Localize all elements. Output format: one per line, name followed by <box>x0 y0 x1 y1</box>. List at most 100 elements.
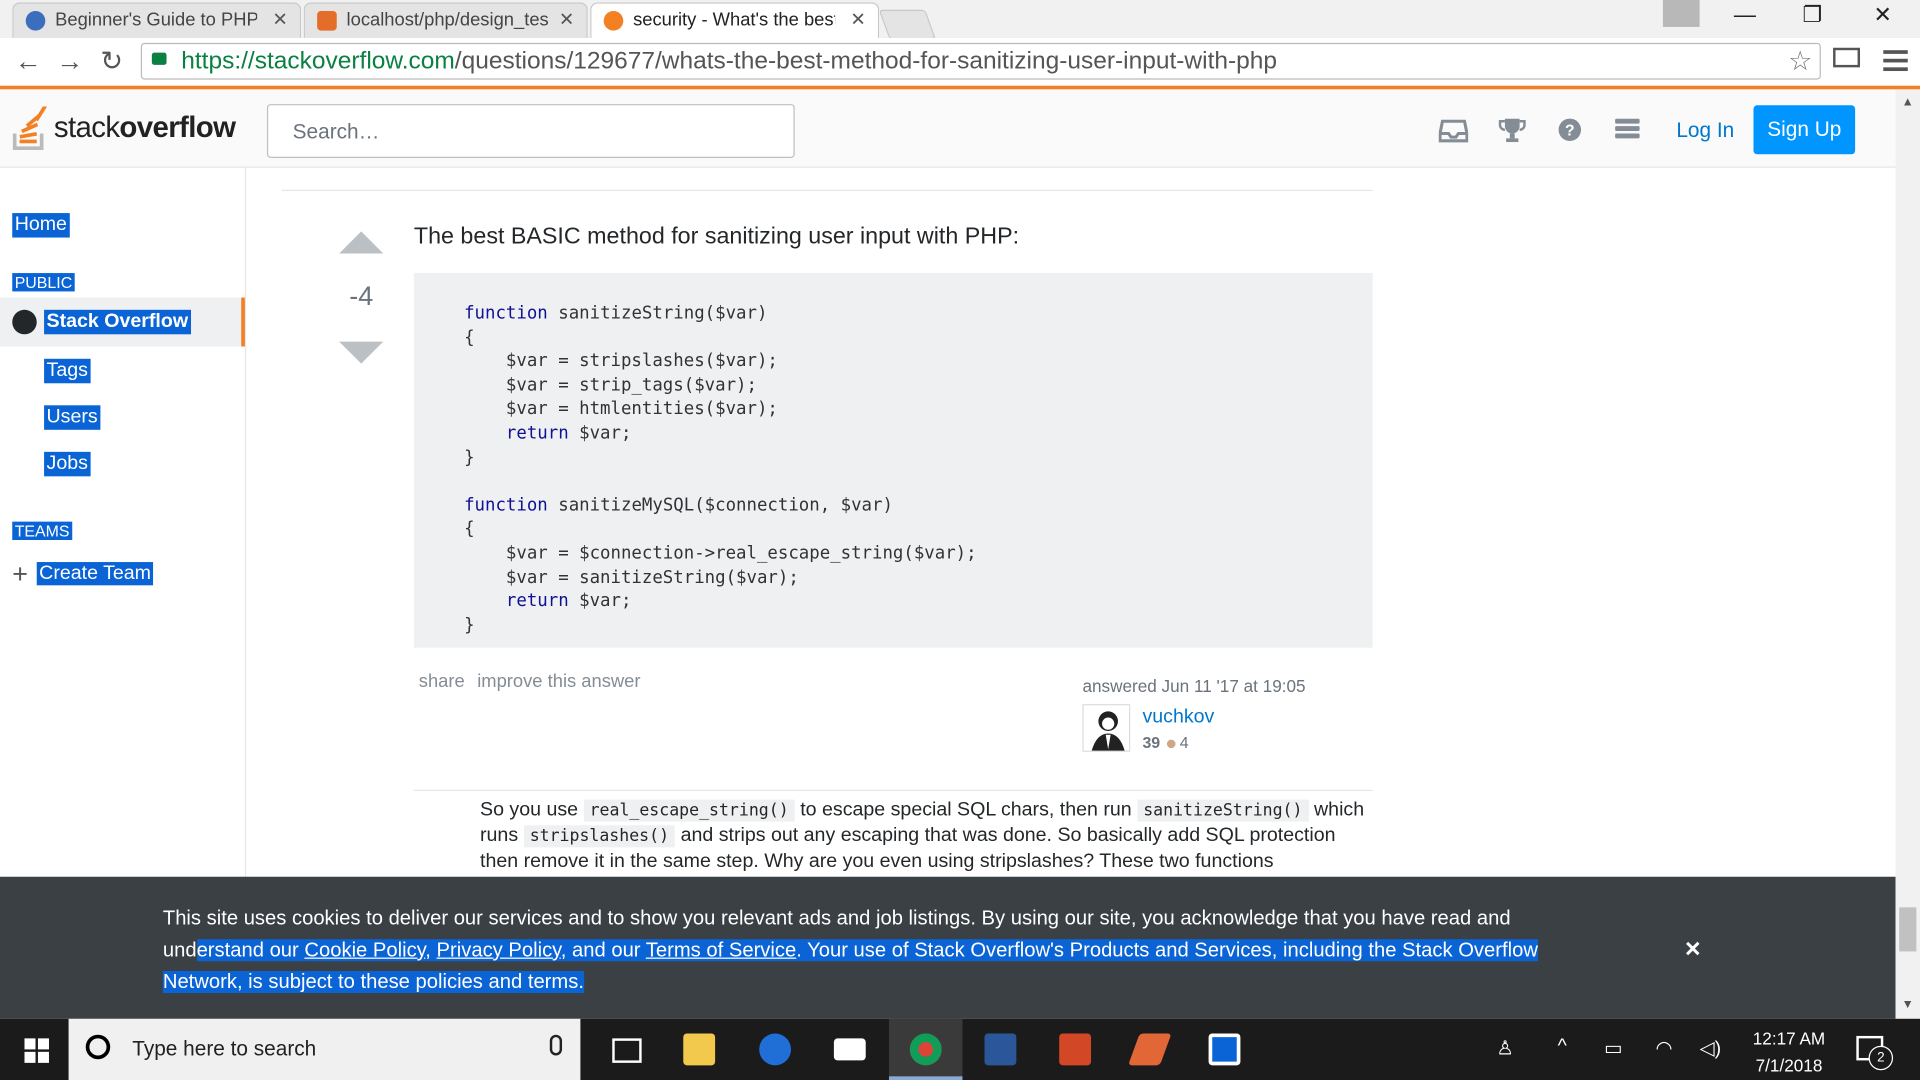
left-sidebar: Home PUBLIC Stack Overflow Tags Users Jo… <box>0 166 247 877</box>
inbox-icon[interactable] <box>1438 116 1469 143</box>
help-icon[interactable]: ? <box>1555 116 1584 143</box>
svg-text:?: ? <box>1565 122 1575 139</box>
share-link[interactable]: share <box>419 671 465 692</box>
globe-icon <box>12 309 37 335</box>
folder-icon <box>683 1033 716 1066</box>
tab-beginners-guide[interactable]: Beginner's Guide to PHP S ✕ <box>12 2 302 38</box>
bookmark-star-icon[interactable]: ☆ <box>1788 45 1812 77</box>
nav-home-link[interactable]: Home <box>12 213 70 238</box>
tab-bar: Beginner's Guide to PHP S ✕ localhost/ph… <box>0 0 1920 40</box>
stackoverflow-logo[interactable]: stackoverflow <box>12 104 245 151</box>
chrome-button[interactable] <box>888 1018 963 1080</box>
nav-stackoverflow-label: Stack Overflow <box>44 309 191 335</box>
file-explorer-button[interactable] <box>662 1019 735 1080</box>
wifi-icon[interactable]: ◠ <box>1656 1036 1673 1060</box>
browser-menu-icon[interactable] <box>1883 50 1908 76</box>
cookie-banner: This site uses cookies to deliver our se… <box>0 876 1896 1019</box>
signup-button[interactable]: Sign Up <box>1753 105 1856 155</box>
page-scrollbar[interactable]: ▲ ▼ <box>1895 89 1920 1019</box>
edge-button[interactable] <box>738 1019 811 1080</box>
volume-icon[interactable]: ◁) <box>1700 1036 1722 1060</box>
user-name-link[interactable]: vuchkov <box>1142 707 1214 729</box>
battery-icon[interactable]: ▭ <box>1604 1036 1623 1060</box>
close-window-button[interactable]: ✕ <box>1873 2 1891 28</box>
forward-icon[interactable]: → <box>56 45 83 77</box>
create-team-label: Create Team <box>36 562 154 586</box>
action-center-icon[interactable]: 2 <box>1856 1035 1894 1071</box>
show-hidden-icons-chevron-icon[interactable]: ^ <box>1558 1036 1567 1058</box>
task-view-button[interactable] <box>588 1019 661 1080</box>
app-icon <box>1208 1033 1241 1066</box>
comment-divider <box>413 789 1373 792</box>
word-button[interactable] <box>964 1019 1037 1080</box>
upvote-arrow-icon[interactable] <box>339 231 384 254</box>
lock-icon <box>151 52 167 65</box>
downvote-arrow-icon[interactable] <box>339 341 384 364</box>
task-view-icon <box>612 1038 642 1063</box>
reload-icon[interactable]: ↻ <box>100 45 123 77</box>
user-avatar-icon <box>1091 711 1125 751</box>
minimize-button[interactable]: — <box>1734 2 1756 28</box>
url-host: https://stackoverflow.com <box>181 47 455 75</box>
chrome-icon <box>909 1033 942 1066</box>
microphone-icon[interactable] <box>549 1034 563 1056</box>
cookie-policy-link[interactable]: Cookie Policy <box>304 939 425 961</box>
new-tab-button[interactable] <box>878 9 936 40</box>
restore-button[interactable]: ❐ <box>1802 2 1822 28</box>
vote-count: -4 <box>349 280 374 312</box>
post-menu: share improve this answer <box>419 671 648 692</box>
tab-localhost[interactable]: localhost/php/design_test ✕ <box>303 2 588 38</box>
avatar[interactable] <box>1082 704 1131 752</box>
terms-of-service-link[interactable]: Terms of Service <box>646 939 796 961</box>
achievements-trophy-icon[interactable] <box>1498 116 1527 143</box>
tab-title: localhost/php/design_test <box>346 9 549 31</box>
site-switcher-icon[interactable] <box>1613 116 1642 143</box>
close-tab-icon[interactable]: ✕ <box>559 9 574 31</box>
search-input[interactable]: Search… <box>266 104 795 158</box>
logo-text: stackoverflow <box>53 111 236 145</box>
matlab-button[interactable] <box>1113 1019 1186 1080</box>
close-cookie-banner-button[interactable]: × <box>1685 933 1701 965</box>
privacy-policy-link[interactable]: Privacy Policy <box>437 939 561 961</box>
plus-icon: + <box>12 558 28 589</box>
improve-answer-link[interactable]: improve this answer <box>477 671 640 692</box>
back-icon[interactable]: ← <box>15 45 42 77</box>
tab-favicon-icon <box>603 11 624 31</box>
nav-public-heading: PUBLIC <box>12 273 75 292</box>
app-button[interactable] <box>1188 1019 1261 1080</box>
taskbar-search-box[interactable]: Type here to search <box>68 1018 581 1080</box>
cortana-icon <box>85 1034 111 1060</box>
scroll-thumb[interactable] <box>1899 907 1917 952</box>
reputation-score: 39 <box>1142 733 1161 752</box>
divider <box>281 189 1373 192</box>
clock-date: 7/1/2018 <box>1755 1055 1823 1076</box>
user-reputation: 39 4 <box>1142 733 1188 751</box>
url-path: /questions/129677/whats-the-best-method-… <box>454 47 1278 75</box>
tab-title: security - What's the best <box>633 9 836 31</box>
login-link[interactable]: Log In <box>1676 119 1734 143</box>
address-bar[interactable]: https://stackoverflow.com/questions/1296… <box>140 42 1821 80</box>
scroll-down-icon[interactable]: ▼ <box>1902 998 1914 1011</box>
cast-icon[interactable] <box>1833 47 1861 68</box>
url-text: https://stackoverflow.com/questions/1296… <box>181 48 1277 76</box>
code-block: function sanitizeString($var) { $var = s… <box>413 273 1373 648</box>
profile-icon[interactable] <box>1662 0 1700 27</box>
create-team-link[interactable]: + Create Team <box>12 558 154 590</box>
powerpoint-button[interactable] <box>1038 1019 1111 1080</box>
matlab-icon <box>1128 1033 1172 1066</box>
tab-security[interactable]: security - What's the best ✕ <box>590 2 880 38</box>
nav-users-link[interactable]: Users <box>44 405 101 430</box>
close-tab-icon[interactable]: ✕ <box>272 9 287 31</box>
edge-icon <box>759 1033 792 1066</box>
mail-button[interactable] <box>813 1019 886 1080</box>
close-tab-icon[interactable]: ✕ <box>850 9 865 31</box>
nav-jobs-link[interactable]: Jobs <box>44 451 91 477</box>
taskbar-clock[interactable]: 12:17 AM 7/1/2018 <box>1736 1025 1841 1079</box>
scroll-up-icon[interactable]: ▲ <box>1902 96 1914 109</box>
nav-stackoverflow-item[interactable]: Stack Overflow <box>0 297 245 347</box>
people-icon[interactable]: ♙ <box>1496 1036 1514 1060</box>
windows-start-icon[interactable] <box>24 1038 49 1063</box>
nav-tags-link[interactable]: Tags <box>44 358 91 384</box>
windows-taskbar: Type here to search ♙ ^ ▭ ◠ ◁) 12:17 AM … <box>0 1018 1920 1080</box>
bronze-badge-count: 4 <box>1179 733 1189 752</box>
